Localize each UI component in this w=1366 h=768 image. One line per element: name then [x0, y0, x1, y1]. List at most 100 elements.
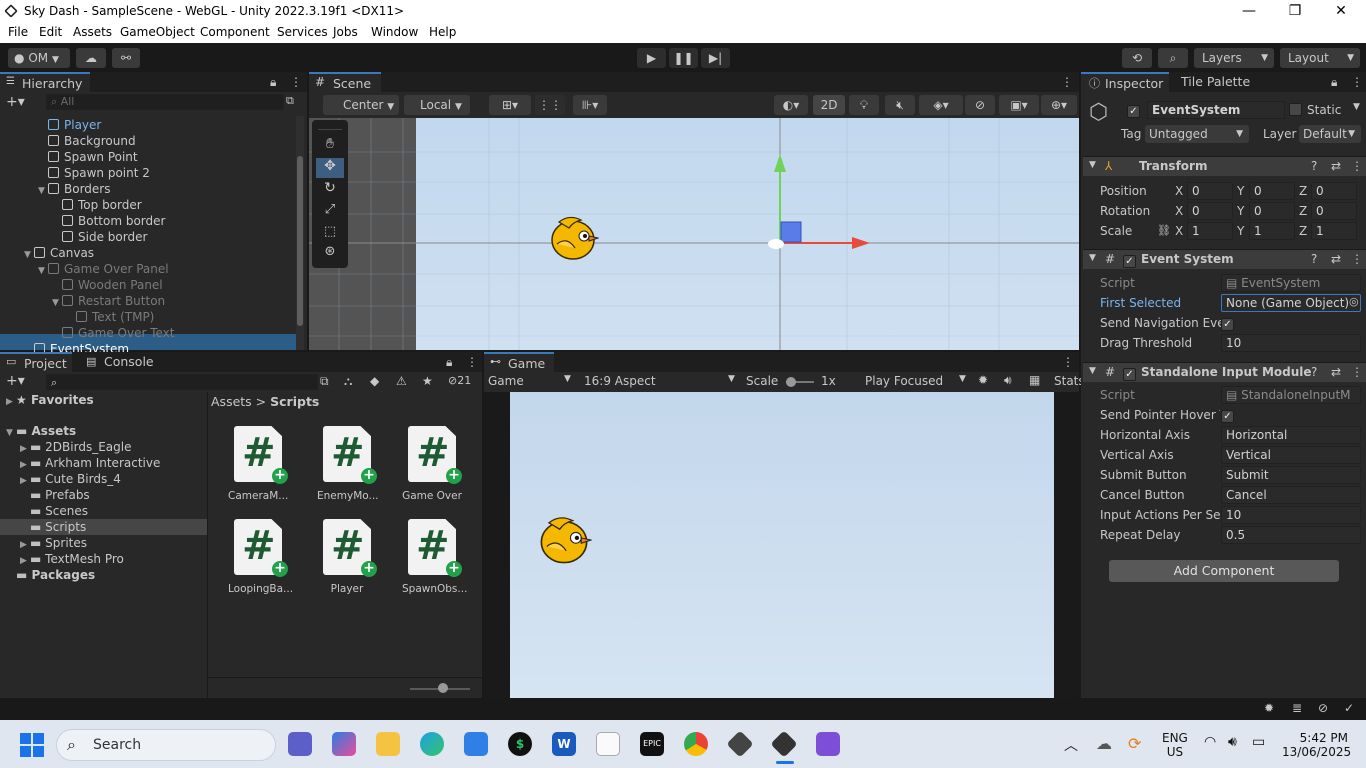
- send-navigation-checkbox[interactable]: ✓: [1221, 316, 1234, 331]
- move-tool-icon[interactable]: ✥: [316, 158, 344, 178]
- menu-file[interactable]: File: [8, 25, 28, 39]
- hierarchy-item[interactable]: Player: [38, 117, 101, 133]
- packages-item[interactable]: ▬ Packages: [16, 567, 95, 583]
- game-viewport[interactable]: [510, 392, 1054, 698]
- search-filter-icon[interactable]: ⧉: [320, 374, 329, 389]
- chevron-down-icon[interactable]: ▼: [38, 263, 48, 279]
- maximize-icon[interactable]: ❐: [1272, 0, 1318, 23]
- transform-tool-icon[interactable]: ⊛: [316, 244, 344, 264]
- add-icon[interactable]: +▾: [6, 94, 25, 110]
- breadcrumb-assets[interactable]: Assets: [211, 394, 252, 409]
- close-icon[interactable]: ✕: [1318, 0, 1364, 23]
- scale-tool-icon[interactable]: ⤢: [316, 202, 344, 222]
- cache-icon[interactable]: ⊘: [1318, 701, 1328, 715]
- more-icon[interactable]: ⋮: [1351, 252, 1363, 266]
- hierarchy-search-input[interactable]: ⌕ All: [46, 94, 284, 110]
- favorites-item[interactable]: ▶ ★ Favorites: [6, 392, 94, 408]
- script-asset[interactable]: # + SpawnObs...: [402, 519, 467, 595]
- transform-rotation-z-field[interactable]: 0: [1311, 202, 1357, 220]
- chevron-down-icon[interactable]: ▼: [1353, 102, 1360, 112]
- lighting-icon[interactable]: 💡︎: [849, 95, 879, 115]
- document-icon[interactable]: [596, 732, 620, 756]
- bug-icon[interactable]: ✹: [1264, 701, 1274, 715]
- edge-icon[interactable]: [420, 732, 444, 756]
- epic-games-icon[interactable]: EPIC: [640, 732, 664, 756]
- more-icon[interactable]: ⋮: [466, 355, 478, 369]
- warning-icon[interactable]: ⚠: [396, 374, 407, 388]
- tag-dropdown[interactable]: Untagged ▼: [1145, 125, 1249, 143]
- chevron-down-icon[interactable]: ▼: [24, 247, 34, 263]
- presets-icon[interactable]: ⇄: [1331, 365, 1341, 379]
- hierarchy-item[interactable]: Text (TMP): [66, 309, 154, 325]
- menu-component[interactable]: Component: [200, 25, 270, 39]
- input-module-row-field[interactable]: Submit: [1221, 466, 1361, 484]
- toggle-2d-button[interactable]: 2D: [813, 95, 845, 115]
- first-selected-field[interactable]: None (Game Object): [1221, 294, 1361, 312]
- hierarchy-item[interactable]: Game Over Text: [52, 325, 175, 341]
- help-icon[interactable]: ?: [1311, 365, 1317, 379]
- scale-slider-handle[interactable]: [786, 377, 796, 387]
- audio-icon[interactable]: 🔊︎: [1004, 373, 1012, 388]
- label-icon[interactable]: ◆: [370, 374, 379, 388]
- script-asset[interactable]: # + LoopingBa...: [228, 519, 293, 595]
- help-icon[interactable]: ?: [1311, 159, 1317, 173]
- presets-icon[interactable]: ⇄: [1331, 252, 1341, 266]
- hierarchy-item[interactable]: Spawn Point: [38, 149, 138, 165]
- hidden-icon[interactable]: ⊘: [965, 95, 995, 115]
- camera-icon[interactable]: ▣▾: [999, 95, 1039, 115]
- transform-scale-x-field[interactable]: 1: [1187, 222, 1233, 240]
- transform-position-x-field[interactable]: 0: [1187, 182, 1233, 200]
- word-icon[interactable]: W: [552, 732, 576, 756]
- folder-item[interactable]: ▶ ▬ TextMesh Pro: [20, 551, 124, 567]
- player-bird[interactable]: [547, 214, 599, 262]
- folder-item[interactable]: ▶ ▬ Arkham Interactive: [20, 455, 160, 471]
- hierarchy-item[interactable]: ▼ Game Over Panel: [38, 261, 169, 277]
- filter-type-icon[interactable]: ⛬: [344, 374, 352, 389]
- zoom-slider-handle[interactable]: [438, 683, 448, 693]
- taskbar-search-input[interactable]: ⌕ Search: [56, 729, 276, 761]
- menu-jobs[interactable]: Jobs: [333, 25, 358, 39]
- gizmos-icon[interactable]: ⊕▾: [1041, 95, 1077, 115]
- chevron-down-icon[interactable]: ▼: [38, 183, 48, 199]
- bug-icon[interactable]: ✹: [978, 373, 988, 387]
- grid-icon[interactable]: ▦: [1029, 373, 1040, 387]
- scrollbar[interactable]: [296, 116, 304, 350]
- history-icon[interactable]: ⟲: [1122, 48, 1152, 68]
- rect-tool-icon[interactable]: ⬚: [316, 224, 344, 244]
- folder-item[interactable]: ▶ ▬ Cute Birds_4: [20, 471, 121, 487]
- folder-item[interactable]: ▬ Prefabs: [20, 487, 90, 503]
- visual-studio-icon[interactable]: [816, 732, 840, 756]
- transform-rotation-y-field[interactable]: 0: [1249, 202, 1295, 220]
- collab-icon[interactable]: ⚯: [112, 48, 140, 68]
- hand-tool-icon[interactable]: ✋︎: [316, 136, 344, 156]
- minimize-icon[interactable]: —: [1226, 0, 1272, 23]
- money-app-icon[interactable]: $: [508, 732, 532, 756]
- lock-icon[interactable]: 🔒︎: [270, 75, 276, 90]
- chevron-up-icon[interactable]: ︿: [1064, 735, 1078, 755]
- breadcrumb-scripts[interactable]: Scripts: [270, 394, 319, 409]
- transform-header[interactable]: ▼ ⅄ Transform ? ⇄ ⋮: [1083, 156, 1366, 176]
- language-indicator[interactable]: ENG US: [1162, 731, 1188, 759]
- space-dropdown[interactable]: Local ▼: [404, 95, 470, 115]
- scene-viewport[interactable]: [309, 118, 1079, 350]
- hierarchy-item[interactable]: Side border: [52, 229, 147, 245]
- rotate-tool-icon[interactable]: ↻: [316, 180, 344, 200]
- layers-dropdown[interactable]: Layers ▼: [1194, 48, 1274, 68]
- more-icon[interactable]: ⋮: [1061, 75, 1073, 89]
- check-icon[interactable]: ✓: [1344, 701, 1354, 715]
- transform-rotation-x-field[interactable]: 0: [1187, 202, 1233, 220]
- volume-icon[interactable]: 🔊︎: [1228, 734, 1237, 750]
- wifi-icon[interactable]: ◠: [1204, 734, 1216, 750]
- folder-item[interactable]: ▶ ▬ Sprites: [20, 535, 87, 551]
- chevron-down-icon[interactable]: ▼: [52, 295, 62, 311]
- effects-icon[interactable]: ◈▾: [919, 95, 963, 115]
- pause-button[interactable]: ❚❚: [669, 48, 698, 68]
- folder-item[interactable]: ▶ ▬ 2DBirds_Eagle: [20, 439, 131, 455]
- hierarchy-item[interactable]: ▼ Restart Button: [52, 293, 165, 309]
- script-asset[interactable]: # + Player: [317, 519, 377, 595]
- object-name-field[interactable]: EventSystem: [1147, 101, 1285, 119]
- folder-item[interactable]: ▬ Scripts: [20, 519, 86, 535]
- input-module-row-field[interactable]: Horizontal: [1221, 426, 1361, 444]
- store-icon[interactable]: [464, 732, 488, 756]
- onedrive-icon[interactable]: ☁: [1096, 734, 1112, 753]
